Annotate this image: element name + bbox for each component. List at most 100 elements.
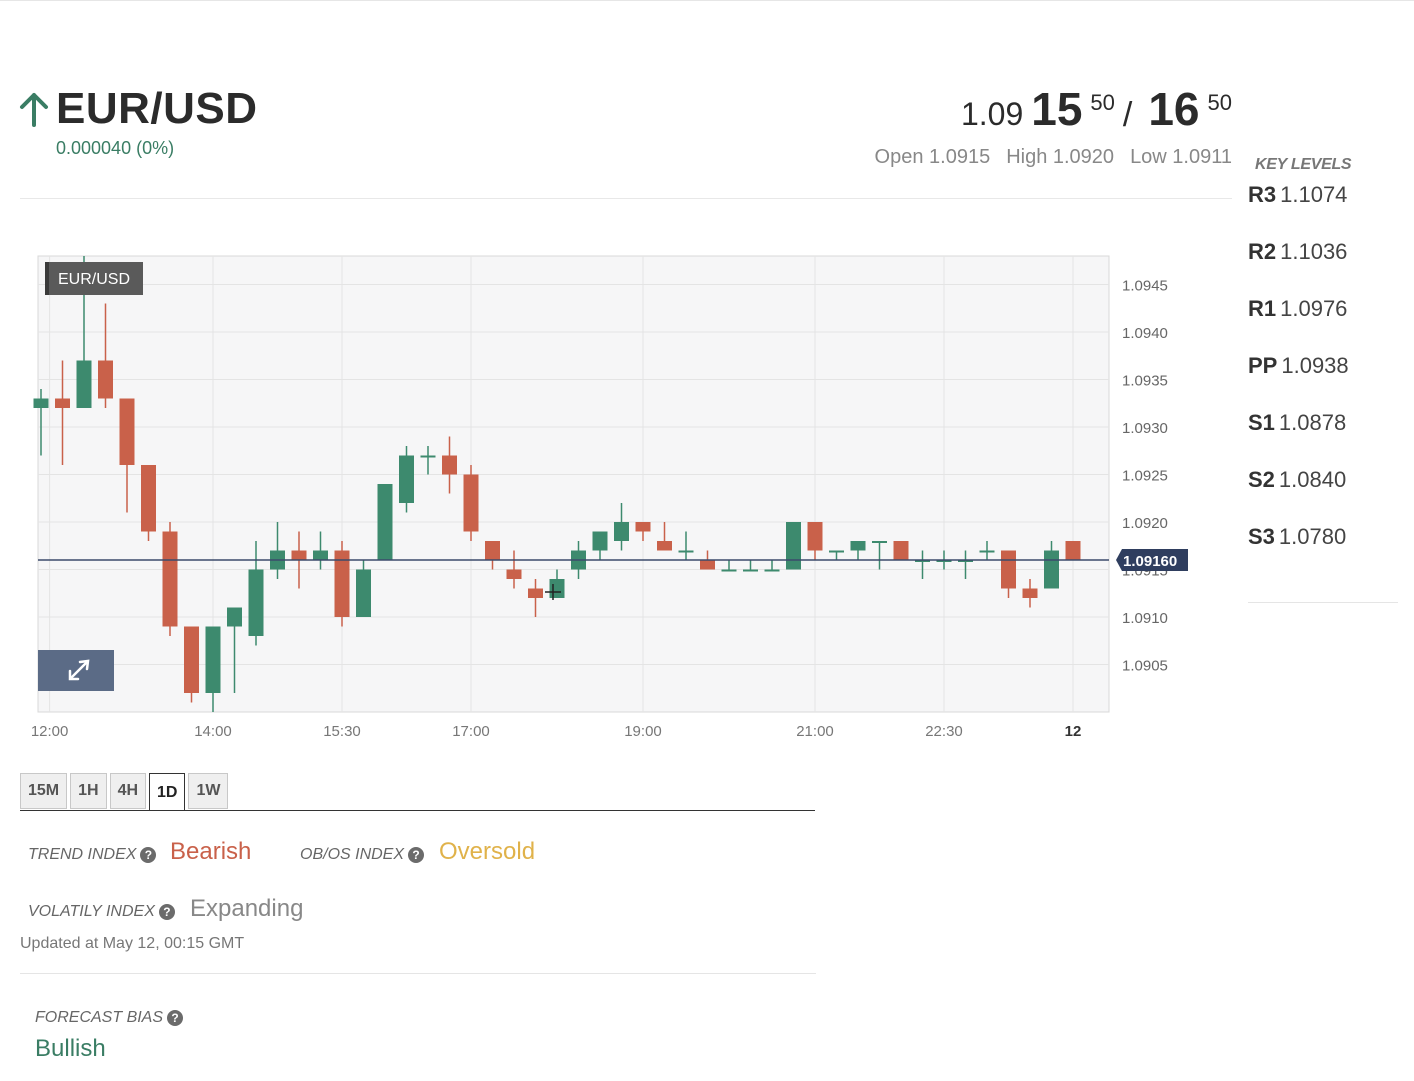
timeframe-tabs-underline: [20, 810, 815, 811]
high-price: High 1.0920: [1006, 146, 1115, 168]
x-axis: 12:00 14:00 15:30 17:00 19:00 21:00 22:30 12: [31, 723, 1082, 740]
price-change: 0.000040 (0%): [56, 138, 175, 158]
candle-body: [1001, 550, 1016, 589]
y-tick-label: 1.0945: [1122, 278, 1168, 295]
tab-4h[interactable]: 4H: [109, 773, 147, 809]
candle-body: [592, 531, 608, 551]
bid-ask-price: 1.09 15 50 / 16 50: [961, 82, 1232, 136]
candle-body: [356, 569, 371, 617]
pair-name: EUR/USD: [56, 84, 258, 133]
level-r3: R3 1.1074: [1248, 182, 1348, 207]
candle-body: [979, 550, 995, 553]
tab-1w[interactable]: 1W: [188, 773, 229, 809]
ask-pips: 16: [1148, 83, 1200, 135]
tab-15m[interactable]: 15M: [20, 773, 68, 809]
header-divider: [20, 198, 1232, 199]
help-icon[interactable]: ?: [408, 847, 425, 863]
candle-body: [184, 626, 199, 693]
candle-body: [463, 474, 479, 532]
candle-body: [893, 541, 909, 560]
tab-1d[interactable]: 1D: [149, 773, 186, 811]
bid-prefix: 1.09: [960, 96, 1024, 132]
tab-1h[interactable]: 1H: [70, 773, 107, 809]
chart-title: EUR/USD: [58, 271, 130, 288]
help-icon[interactable]: ?: [140, 847, 157, 863]
top-border: [0, 0, 1414, 1]
candle-body: [377, 484, 393, 560]
last-price-tag: 1.09160: [1116, 549, 1188, 571]
candle-body: [162, 531, 178, 627]
candle-body: [528, 588, 543, 598]
bid-fraction: 50: [1090, 90, 1115, 115]
level-pp: PP 1.0938: [1248, 353, 1349, 378]
chart-svg[interactable]: 1.09051.09101.09151.09201.09251.09301.09…: [0, 240, 1240, 760]
price-separator: /: [1122, 96, 1133, 134]
candle-body: [98, 360, 113, 399]
key-levels-panel: KEY LEVELS R3 1.1074 R2 1.1036 R1 1.0976 PP…: [1248, 156, 1398, 603]
obos-index-label: OB/OS INDEX ?: [300, 846, 425, 864]
candle-body: [657, 541, 672, 551]
candle-body: [850, 541, 866, 551]
obos-index-value: Oversold: [439, 838, 536, 865]
bid-pips: 15: [1031, 83, 1083, 135]
x-tick-label: 15:30: [323, 723, 361, 740]
candle-body: [76, 360, 92, 408]
y-tick-label: 1.0930: [1122, 420, 1168, 437]
volatility-index-label: VOLATILY INDEX ?: [28, 903, 175, 921]
x-tick-label: 12:00: [31, 723, 69, 740]
key-levels-title: KEY LEVELS: [1255, 156, 1352, 173]
low-price: Low 1.0911: [1130, 146, 1232, 168]
arrow-up-icon: [20, 93, 48, 127]
y-axis: 1.09051.09101.09151.09201.09251.09301.09…: [1122, 278, 1168, 675]
candle-body: [506, 569, 522, 579]
ask-fraction: 50: [1207, 90, 1232, 115]
expand-button[interactable]: [38, 650, 114, 691]
candle-body: [700, 560, 715, 570]
candle-body: [786, 522, 801, 570]
trend-index-value: Bearish: [170, 838, 252, 865]
candle-body: [119, 398, 135, 465]
candle-body: [807, 522, 823, 551]
candle-body: [141, 465, 156, 532]
updated-timestamp: Updated at May 12, 00:15 GMT: [20, 935, 245, 952]
candle-body: [248, 569, 264, 636]
level-r1: R1 1.0976: [1248, 296, 1348, 321]
candle-body: [420, 455, 436, 458]
candle-body: [829, 550, 844, 553]
help-icon[interactable]: ?: [158, 904, 175, 920]
candle-body: [291, 550, 307, 560]
level-s1: S1 1.0878: [1248, 410, 1347, 435]
open-price: Open 1.0915: [874, 146, 991, 168]
candlestick-chart[interactable]: 1.09051.09101.09151.09201.09251.09301.09…: [0, 240, 1240, 760]
forecast-bias-label: FORECAST BIAS ?: [35, 1009, 184, 1027]
timeframe-tabs: 15M 1H 4H 1D 1W: [20, 773, 229, 811]
candle-body: [485, 541, 500, 560]
candle-body: [313, 550, 328, 560]
candle-body: [635, 522, 651, 532]
level-s3: S3 1.0780: [1248, 524, 1347, 549]
expand-button-bg[interactable]: [38, 650, 114, 691]
trend-index-label: TREND INDEX ?: [28, 846, 157, 864]
level-r2: R2 1.1036: [1248, 239, 1348, 264]
y-tick-label: 1.0925: [1122, 468, 1168, 485]
candle-body: [205, 626, 221, 693]
candle-body: [33, 398, 49, 408]
x-tick-label: 19:00: [624, 723, 662, 740]
candle-body: [55, 398, 70, 408]
x-tick-label: 12: [1065, 723, 1082, 740]
ohl-stats: Open 1.0915 High 1.0920 Low 1.0911: [875, 146, 1232, 169]
x-tick-label: 17:00: [452, 723, 490, 740]
volatility-index-value: Expanding: [190, 895, 304, 922]
candle-body: [872, 541, 887, 543]
candle-body: [399, 455, 414, 503]
y-tick-label: 1.0935: [1122, 373, 1168, 390]
candle-body: [721, 569, 737, 572]
pair-header: EUR/USD: [18, 84, 258, 134]
indices-divider: [20, 973, 816, 974]
y-tick-label: 1.0920: [1122, 515, 1168, 532]
candle-body: [614, 522, 629, 541]
candle-body: [442, 455, 457, 475]
candle-body: [743, 569, 758, 572]
candle-body: [1065, 541, 1081, 560]
help-icon[interactable]: ?: [167, 1010, 184, 1026]
